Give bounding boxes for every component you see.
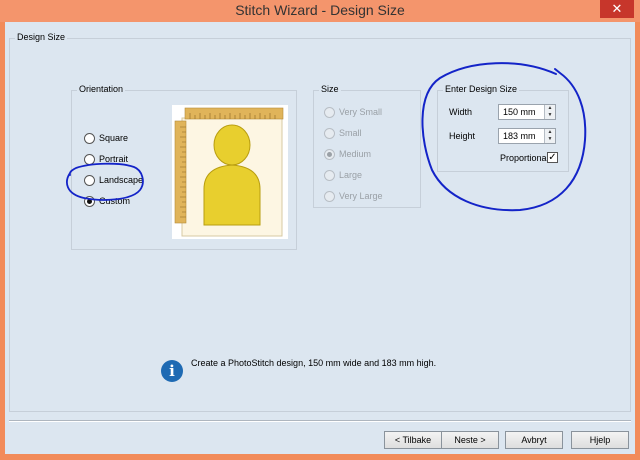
spin-down-icon[interactable]: ▼ bbox=[545, 112, 555, 119]
radio-label: Large bbox=[339, 170, 363, 180]
info-icon: i bbox=[161, 360, 183, 382]
portrait-preview-graphic bbox=[174, 107, 284, 237]
size-small-radio[interactable]: Small bbox=[324, 126, 362, 140]
orientation-label: Orientation bbox=[77, 84, 126, 94]
height-spin-arrows[interactable]: ▲ ▼ bbox=[544, 129, 555, 143]
radio-label: Portrait bbox=[99, 154, 129, 164]
radio-label: Very Small bbox=[339, 107, 383, 117]
radio-circle bbox=[84, 153, 95, 165]
width-spinbox[interactable]: 150 mm ▲ ▼ bbox=[498, 104, 556, 120]
radio-circle bbox=[324, 106, 335, 118]
dialog-client-area: Design Size Orientation Square Portrait … bbox=[5, 22, 635, 454]
radio-label: Small bbox=[339, 128, 362, 138]
enter-design-size-group: Enter Design Size Width 150 mm ▲ ▼ Heigh… bbox=[437, 84, 569, 172]
orientation-group: Orientation Square Portrait Landscape Cu… bbox=[71, 84, 297, 250]
radio-circle bbox=[84, 132, 95, 144]
radio-label: Square bbox=[99, 133, 129, 143]
radio-circle-checked bbox=[324, 148, 335, 160]
orientation-square-radio[interactable]: Square bbox=[84, 131, 128, 145]
width-label: Width bbox=[449, 107, 473, 117]
radio-label: Medium bbox=[339, 149, 372, 159]
separator-line bbox=[9, 420, 631, 422]
size-medium-radio[interactable]: Medium bbox=[324, 147, 371, 161]
help-button[interactable]: Hjelp bbox=[571, 431, 629, 449]
back-button[interactable]: < Tilbake bbox=[384, 431, 442, 449]
radio-circle-checked bbox=[84, 195, 95, 207]
info-message: Create a PhotoStitch design, 150 mm wide… bbox=[191, 358, 437, 368]
proportional-label: Proportional bbox=[500, 153, 549, 163]
orientation-landscape-radio[interactable]: Landscape bbox=[84, 173, 143, 187]
spin-up-icon[interactable]: ▲ bbox=[545, 105, 555, 112]
width-value[interactable]: 150 mm bbox=[503, 107, 536, 117]
size-group: Size Very Small Small Medium Large Very … bbox=[313, 84, 421, 208]
window-title: Stitch Wizard - Design Size bbox=[235, 2, 405, 18]
height-label: Height bbox=[449, 131, 476, 141]
orientation-custom-radio[interactable]: Custom bbox=[84, 194, 130, 208]
design-size-label: Design Size bbox=[15, 32, 68, 42]
proportional-checkbox[interactable]: ✓ bbox=[547, 152, 558, 163]
orientation-preview bbox=[172, 105, 288, 239]
cancel-button[interactable]: Avbryt bbox=[505, 431, 563, 449]
spin-down-icon[interactable]: ▼ bbox=[545, 136, 555, 143]
radio-circle bbox=[324, 169, 335, 181]
check-icon: ✓ bbox=[548, 152, 557, 163]
size-large-radio[interactable]: Large bbox=[324, 168, 362, 182]
close-button[interactable]: ✕ bbox=[600, 0, 634, 18]
close-icon: ✕ bbox=[611, 1, 623, 16]
radio-circle bbox=[324, 127, 335, 139]
height-spinbox[interactable]: 183 mm ▲ ▼ bbox=[498, 128, 556, 144]
title-bar[interactable]: Stitch Wizard - Design Size ✕ bbox=[0, 0, 640, 22]
orientation-portrait-radio[interactable]: Portrait bbox=[84, 152, 128, 166]
size-label: Size bbox=[319, 84, 341, 94]
height-value[interactable]: 183 mm bbox=[503, 131, 536, 141]
width-spin-arrows[interactable]: ▲ ▼ bbox=[544, 105, 555, 119]
radio-label: Very Large bbox=[339, 191, 383, 201]
next-button[interactable]: Neste > bbox=[441, 431, 499, 449]
radio-label: Landscape bbox=[99, 175, 144, 185]
size-very-small-radio[interactable]: Very Small bbox=[324, 105, 382, 119]
radio-circle bbox=[84, 174, 95, 186]
top-ruler bbox=[184, 107, 284, 120]
spin-up-icon[interactable]: ▲ bbox=[545, 129, 555, 136]
size-very-large-radio[interactable]: Very Large bbox=[324, 189, 383, 203]
enter-design-size-label: Enter Design Size bbox=[443, 84, 520, 94]
radio-label: Custom bbox=[99, 196, 131, 206]
radio-circle bbox=[324, 190, 335, 202]
